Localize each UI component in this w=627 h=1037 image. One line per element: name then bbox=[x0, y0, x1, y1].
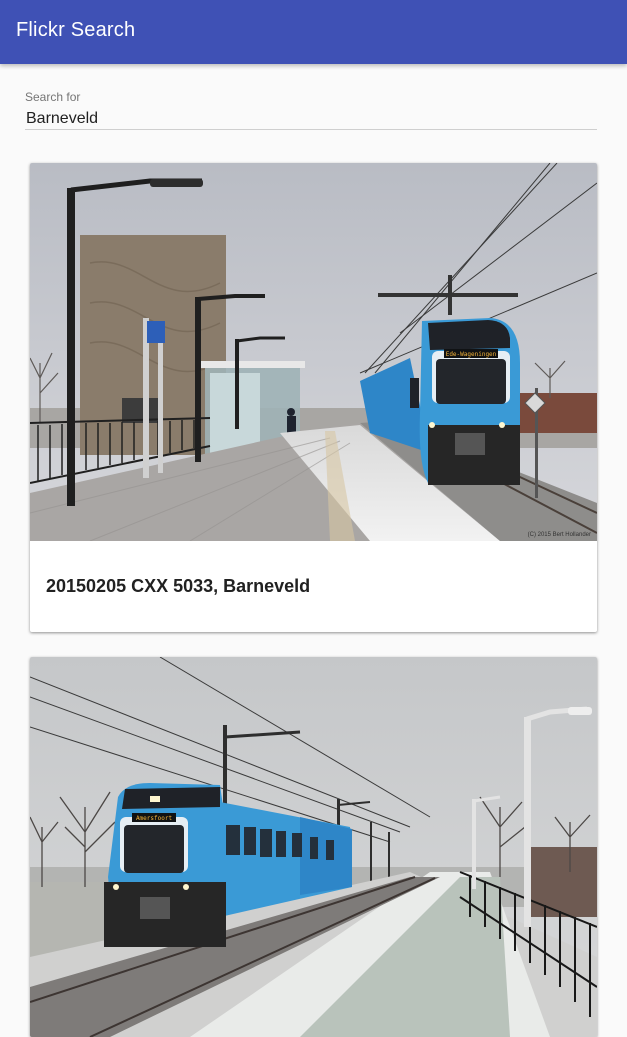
search-input[interactable] bbox=[25, 108, 597, 130]
result-card[interactable]: Ede-Wageningen (C) 2015 Bert Hollander 2… bbox=[30, 163, 597, 632]
result-photo[interactable]: Ede-Wageningen (C) 2015 Bert Hollander bbox=[30, 163, 597, 541]
result-title: 20150205 CXX 5033, Barneveld bbox=[46, 576, 311, 596]
app-bar: Flickr Search bbox=[0, 0, 627, 64]
app-title: Flickr Search bbox=[16, 19, 136, 41]
search-label: Search for bbox=[25, 90, 81, 104]
search-field: Search for bbox=[25, 88, 597, 133]
result-photo[interactable]: Amersfoort bbox=[30, 657, 597, 1037]
destination-sign: Amersfoort bbox=[136, 815, 173, 822]
result-card[interactable]: Amersfoort bbox=[30, 657, 597, 1037]
photo-watermark: (C) 2015 Bert Hollander bbox=[527, 532, 591, 538]
destination-sign: Ede-Wageningen bbox=[446, 351, 497, 358]
